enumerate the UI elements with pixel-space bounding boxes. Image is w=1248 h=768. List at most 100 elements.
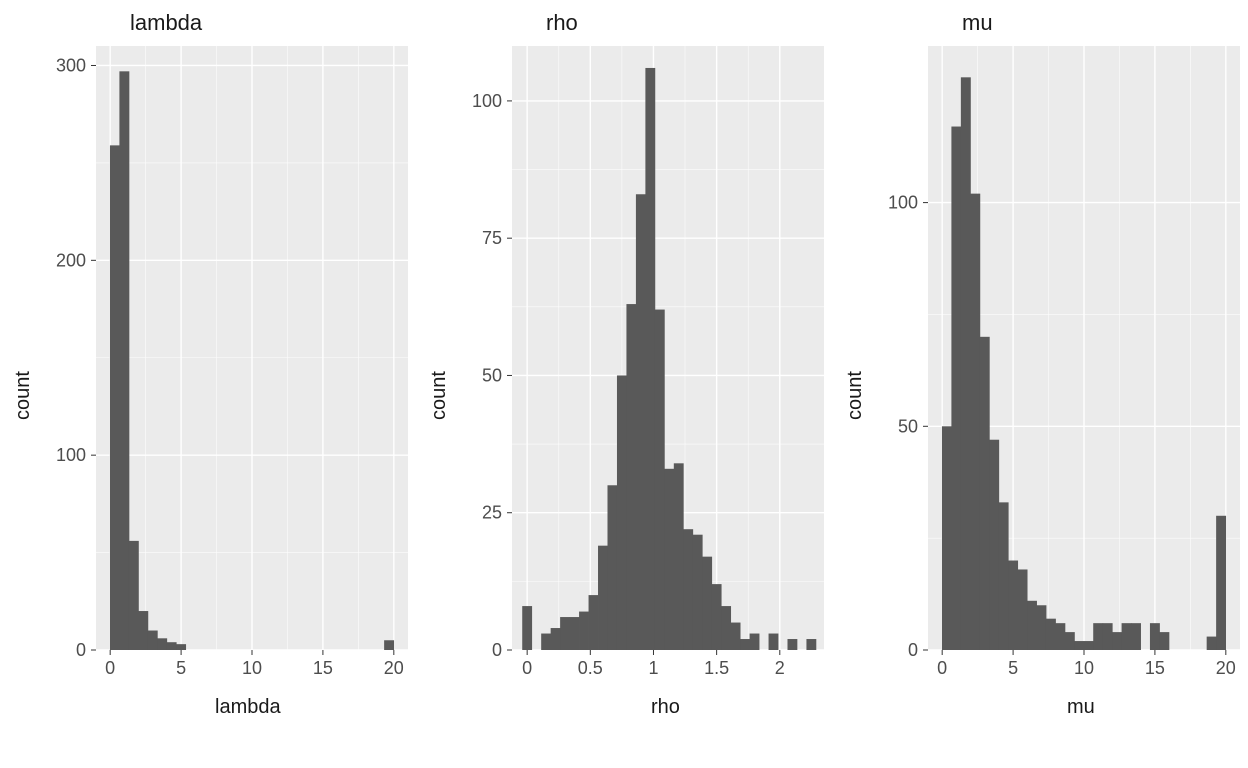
- x-axis-title: lambda: [215, 696, 281, 719]
- bar: [980, 337, 990, 650]
- bar: [683, 529, 693, 650]
- panel-mu: mu count 05101520050100 mu: [832, 0, 1248, 768]
- bar: [129, 541, 139, 650]
- panel-title: mu: [962, 10, 993, 36]
- x-tick-label: 15: [313, 658, 333, 678]
- bar: [645, 68, 655, 650]
- x-axis-title: rho: [651, 696, 680, 719]
- bar: [942, 426, 952, 650]
- bar: [1065, 632, 1075, 650]
- x-tick-label: 5: [1008, 658, 1018, 678]
- bar: [167, 642, 177, 650]
- plot-area-lambda: 051015200100200300: [96, 46, 408, 650]
- bar: [176, 644, 186, 650]
- y-tick-label: 100: [472, 91, 502, 111]
- bar: [579, 612, 589, 650]
- bar: [1207, 637, 1217, 650]
- bar: [1216, 516, 1226, 650]
- panel-title: rho: [546, 10, 578, 36]
- bar: [740, 639, 750, 650]
- bar: [570, 617, 580, 650]
- x-tick-label: 5: [176, 658, 186, 678]
- bar: [702, 557, 712, 650]
- bar: [560, 617, 570, 650]
- x-tick-label: 20: [1216, 658, 1236, 678]
- y-tick-label: 50: [898, 416, 918, 436]
- bar: [598, 546, 608, 650]
- x-tick-label: 10: [242, 658, 262, 678]
- x-tick-label: 1: [648, 658, 658, 678]
- x-tick-label: 0.5: [578, 658, 603, 678]
- bar: [769, 634, 779, 650]
- bar: [541, 634, 551, 650]
- bar: [731, 623, 741, 650]
- bar: [750, 634, 760, 650]
- x-tick-label: 0: [522, 658, 532, 678]
- bar: [138, 611, 148, 650]
- bar: [1046, 619, 1056, 650]
- bar: [1027, 601, 1037, 650]
- bar: [1150, 623, 1160, 650]
- x-tick-label: 0: [105, 658, 115, 678]
- y-tick-label: 200: [56, 250, 86, 270]
- bar: [1074, 641, 1084, 650]
- bar: [951, 127, 961, 650]
- x-axis-title: mu: [1067, 696, 1095, 719]
- y-tick-label: 0: [908, 640, 918, 660]
- y-tick-label: 75: [482, 228, 502, 248]
- chart-row: lambda count 051015200100200300 lambda r…: [0, 0, 1248, 768]
- bar: [693, 535, 703, 650]
- bar: [806, 639, 816, 650]
- y-axis-title: count: [428, 371, 451, 420]
- bar: [636, 194, 646, 650]
- panel-lambda: lambda count 051015200100200300 lambda: [0, 0, 416, 768]
- y-axis-title: count: [844, 371, 867, 420]
- x-tick-label: 10: [1074, 658, 1094, 678]
- bar: [1159, 632, 1169, 650]
- y-axis-title: count: [12, 371, 35, 420]
- bar: [1103, 623, 1113, 650]
- y-tick-label: 0: [76, 640, 86, 660]
- bar: [1093, 623, 1103, 650]
- bar: [607, 485, 617, 650]
- x-tick-label: 2: [775, 658, 785, 678]
- bar: [1018, 569, 1028, 650]
- bar: [1036, 605, 1046, 650]
- plot-area-rho: 00.511.520255075100: [512, 46, 824, 650]
- bar: [655, 310, 665, 650]
- bar: [970, 194, 980, 650]
- plot-area-mu: 05101520050100: [928, 46, 1240, 650]
- panel-title: lambda: [130, 10, 202, 36]
- y-tick-label: 100: [888, 193, 918, 213]
- bar: [617, 375, 627, 650]
- x-tick-label: 15: [1145, 658, 1165, 678]
- y-tick-label: 300: [56, 55, 86, 75]
- bar: [148, 631, 158, 650]
- bar: [721, 606, 731, 650]
- y-tick-label: 0: [492, 640, 502, 660]
- bar: [626, 304, 636, 650]
- bar: [119, 71, 129, 650]
- x-tick-label: 20: [384, 658, 404, 678]
- bar: [1112, 632, 1122, 650]
- y-tick-label: 50: [482, 365, 502, 385]
- bar: [989, 440, 999, 650]
- bar: [1131, 623, 1141, 650]
- bar: [712, 584, 722, 650]
- x-tick-label: 0: [937, 658, 947, 678]
- y-tick-label: 25: [482, 503, 502, 523]
- bar: [1008, 561, 1018, 650]
- bar: [522, 606, 532, 650]
- y-tick-label: 100: [56, 445, 86, 465]
- bar: [787, 639, 797, 650]
- bar: [961, 77, 971, 650]
- bar: [589, 595, 599, 650]
- bar: [551, 628, 561, 650]
- panel-rho: rho count 00.511.520255075100 rho: [416, 0, 832, 768]
- bar: [110, 145, 120, 650]
- bar: [664, 469, 674, 650]
- bar: [999, 502, 1009, 650]
- bar: [1084, 641, 1094, 650]
- bar: [157, 638, 167, 650]
- bar: [1055, 623, 1065, 650]
